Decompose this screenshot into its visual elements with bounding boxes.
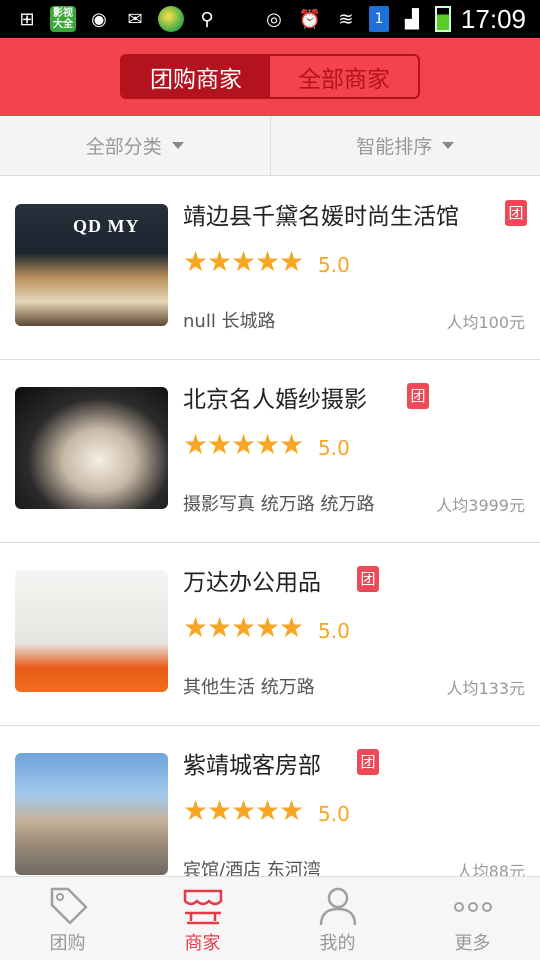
rating-score: 5.0	[318, 619, 350, 643]
rating-score: 5.0	[318, 253, 350, 277]
star-icon: ★	[207, 611, 233, 644]
clock-time: 17:09	[460, 3, 526, 34]
merchant-list-item[interactable]: 北京名人婚纱摄影 团 ★ ★ ★ ★ ★ 5.0 摄影写真 统万路 统万路 人均…	[0, 360, 540, 543]
star-icon: ★	[255, 428, 281, 461]
star-icon: ★	[183, 428, 209, 461]
nav-item-group-buy[interactable]: 团购	[0, 877, 135, 960]
search-icon: ⚲	[200, 8, 214, 30]
nav-label: 商家	[184, 933, 221, 954]
star-icon: ★	[279, 245, 305, 278]
category-filter[interactable]: 全部分类	[0, 116, 270, 175]
bottom-nav: 团购 商家 我的 更多	[0, 876, 540, 960]
nav-item-merchants[interactable]: 商家	[135, 877, 270, 960]
star-icon: ★	[255, 245, 281, 278]
nav-label: 我的	[319, 933, 356, 954]
caret-down-icon	[442, 142, 455, 149]
header-bar: 团购商家 全部商家	[0, 38, 540, 116]
rating-score: 5.0	[318, 802, 350, 826]
caret-down-icon	[171, 142, 184, 149]
average-price: 人均100元	[446, 313, 525, 332]
wifi-icon: ≋	[338, 8, 354, 30]
tab-all-merchants[interactable]: 全部商家	[270, 56, 418, 97]
star-icon: ★	[279, 794, 305, 827]
merchant-thumbnail	[15, 570, 168, 692]
star-icon: ★	[279, 611, 305, 644]
mail-icon: ✉	[127, 8, 143, 30]
merchant-name: 万达办公用品	[183, 570, 321, 596]
group-buy-badge: 团	[505, 200, 527, 226]
weibo-icon: ◉	[91, 8, 107, 30]
filter-bar: 全部分类 智能排序	[0, 116, 540, 176]
star-icon: ★	[183, 611, 209, 644]
status-bar-notifications: ⊞ 影视大全 ◉ ✉ ⚲	[14, 6, 220, 32]
average-price: 人均133元	[446, 679, 525, 698]
star-icon: ★	[207, 794, 233, 827]
store-icon	[183, 889, 222, 925]
app-notification-icon: 影视大全	[50, 6, 76, 32]
status-bar: ⊞ 影视大全 ◉ ✉ ⚲ ◎ ⏰ ≋ 1 ▟ 17:09	[0, 0, 540, 38]
merchant-segment-control: 团购商家 全部商家	[120, 54, 420, 99]
group-buy-badge: 团	[407, 383, 429, 409]
star-icon: ★	[231, 794, 257, 827]
sim-icon: 1	[368, 6, 389, 32]
merchant-meta: 其他生活 统万路	[183, 677, 315, 698]
star-icon: ★	[231, 611, 257, 644]
merchant-name: 北京名人婚纱摄影	[183, 387, 367, 413]
merchant-thumbnail	[15, 387, 168, 509]
signal-icon: ▟	[405, 8, 419, 30]
category-filter-label: 全部分类	[85, 136, 162, 158]
star-icon: ★	[183, 245, 209, 278]
rating-stars: ★ ★ ★ ★ ★	[183, 245, 305, 278]
rating-stars: ★ ★ ★ ★ ★	[183, 794, 305, 827]
app-ball-icon	[158, 6, 184, 32]
tab-group-buy-merchants[interactable]: 团购商家	[122, 56, 270, 97]
sort-filter-label: 智能排序	[356, 136, 433, 158]
merchant-name: 紫靖城客房部	[183, 753, 321, 779]
star-icon: ★	[207, 428, 233, 461]
star-icon: ★	[183, 794, 209, 827]
star-icon: ★	[255, 611, 281, 644]
merchant-thumbnail	[15, 753, 168, 875]
average-price: 人均3999元	[436, 496, 525, 515]
tag-icon	[50, 887, 87, 925]
group-buy-badge: 团	[357, 566, 379, 592]
merchant-name: 靖边县千黛名媛时尚生活馆	[183, 204, 459, 230]
merchant-list: QD MY 靖边县千黛名媛时尚生活馆 团 ★ ★ ★ ★ ★ 5.0 null …	[0, 177, 540, 909]
nav-item-mine[interactable]: 我的	[270, 877, 405, 960]
rating-stars: ★ ★ ★ ★ ★	[183, 428, 305, 461]
star-icon: ★	[279, 428, 305, 461]
eye-icon: ◎	[266, 8, 282, 30]
group-buy-badge: 团	[357, 749, 379, 775]
more-dots-icon	[453, 902, 492, 912]
merchant-list-item[interactable]: 万达办公用品 团 ★ ★ ★ ★ ★ 5.0 其他生活 统万路 人均133元	[0, 543, 540, 726]
rating-stars: ★ ★ ★ ★ ★	[183, 611, 305, 644]
sort-filter[interactable]: 智能排序	[269, 116, 540, 175]
merchant-meta: 摄影写真 统万路 统万路	[183, 494, 375, 515]
status-bar-system: ◎ ⏰ ≋ 1 ▟ 17:09	[261, 4, 526, 34]
star-icon: ★	[231, 428, 257, 461]
add-notification-icon: ⊞	[19, 8, 35, 30]
merchant-list-item[interactable]: QD MY 靖边县千黛名媛时尚生活馆 团 ★ ★ ★ ★ ★ 5.0 null …	[0, 177, 540, 360]
star-icon: ★	[231, 245, 257, 278]
merchant-thumbnail: QD MY	[15, 204, 168, 326]
star-icon: ★	[207, 245, 233, 278]
nav-label: 团购	[49, 933, 86, 954]
person-icon	[319, 887, 356, 926]
nav-label: 更多	[454, 933, 491, 954]
rating-score: 5.0	[318, 436, 350, 460]
nav-item-more[interactable]: 更多	[405, 877, 540, 960]
alarm-icon: ⏰	[298, 8, 322, 30]
star-icon: ★	[255, 794, 281, 827]
battery-icon	[434, 6, 451, 32]
thumbnail-sign: QD MY	[73, 216, 140, 236]
merchant-meta: null 长城路	[183, 311, 276, 332]
